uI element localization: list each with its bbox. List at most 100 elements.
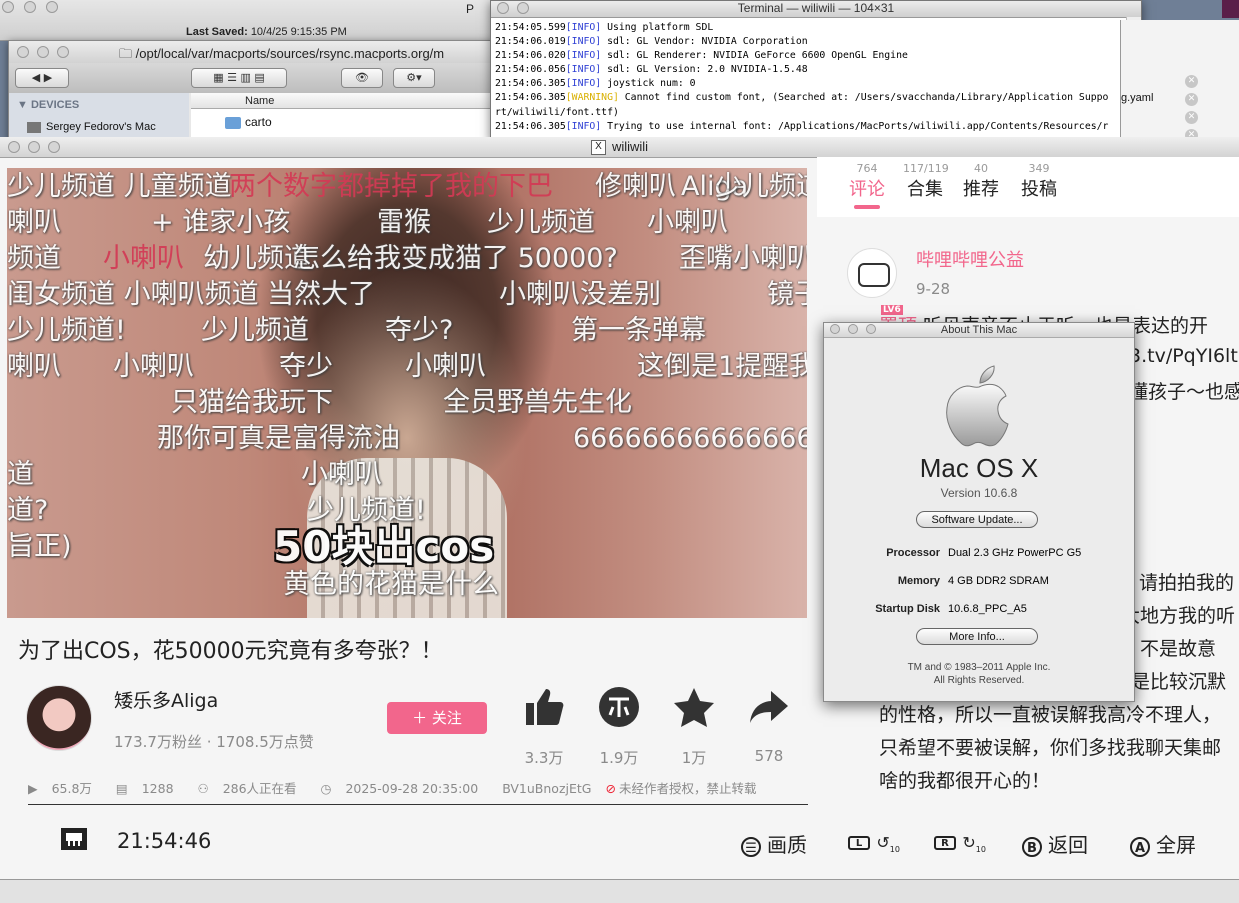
close-icon[interactable]: ✕ <box>1185 93 1198 106</box>
log-tag: [WARNING] <box>565 92 619 104</box>
back-button[interactable]: B 返回 <box>1022 829 1088 858</box>
tab-uploads[interactable]: 349 投稿 <box>1019 157 1059 201</box>
danmaku-comment: + 谁家小孩 <box>151 207 291 238</box>
danmaku-comment: 小喇叭 <box>301 459 382 490</box>
favorite-button[interactable]: 1万 <box>659 685 729 768</box>
r-key-icon: R <box>934 835 956 850</box>
like-button[interactable]: 3.3万 <box>509 685 579 768</box>
l-key-icon: L <box>848 835 870 850</box>
comment-text: 大地方我的听 <box>1121 605 1236 627</box>
yaml-filename[interactable]: g.yaml <box>1121 92 1153 104</box>
terminal-title: Terminal — wiliwili — 104×31 <box>737 1 895 15</box>
eye-icon: 👁 <box>355 71 369 84</box>
fullscreen-button[interactable]: A 全屏 <box>1130 829 1196 858</box>
window-minimize-button[interactable] <box>24 1 36 13</box>
danmaku-comment: 只猫给我玩下 <box>171 387 333 418</box>
window-close-button[interactable] <box>497 2 509 14</box>
danmaku-comment: 镜子 <box>767 279 807 310</box>
danmaku-comment: 小喇叭 <box>103 243 184 274</box>
comment-text: 是比较沉默 <box>1131 671 1227 693</box>
os-name: Mac OS X <box>919 453 1039 483</box>
tab-collection[interactable]: 117/119 合集 <box>903 157 949 201</box>
comment-text[interactable]: 3.tv/PqYI6lt <box>1129 345 1238 367</box>
terminal-line: rt/wiliwili/font.ttf) <box>495 106 1123 120</box>
view-mode-selector[interactable]: ▦ ☰ ▥ ▤ <box>191 68 287 88</box>
terminal-window: Terminal — wiliwili — 104×31 21:54:05.59… <box>490 0 1142 142</box>
log-time: 21:54:06.305 <box>495 120 566 132</box>
like-count: 3.3万 <box>524 749 564 767</box>
danmaku-comment: 道 <box>7 459 34 490</box>
log-tag: [INFO] <box>565 120 602 132</box>
action-menu-button[interactable]: ⚙▾ <box>393 68 435 88</box>
danmaku-comment: 道? <box>7 495 49 526</box>
tab-comments[interactable]: 764 评论 <box>847 157 887 209</box>
window-zoom-button[interactable] <box>866 324 876 334</box>
forward-10-button[interactable]: R ↻10 <box>934 829 986 854</box>
video-player[interactable]: 少儿频道 儿童频道两个数字都掉掉了我的下巴修喇叭Aliga少儿频道喇叭+ 谁家小… <box>7 168 807 618</box>
network-icon <box>61 828 87 850</box>
terminal-line: 21:54:06.305[INFO] joystick num: 0 <box>495 77 1123 91</box>
quality-button[interactable]: ☰ 画质 <box>741 829 807 858</box>
danmaku-comment: 50块出cos <box>273 522 495 571</box>
commenter-avatar[interactable] <box>847 248 897 298</box>
close-icon[interactable]: ✕ <box>1185 111 1198 124</box>
danmaku-comment: 黄色的花猫是什么 <box>283 569 499 600</box>
desktop-background-corner <box>1222 0 1239 18</box>
log-message: sdl: GL Renderer: NVIDIA GeForce 6600 Op… <box>601 50 908 62</box>
window-zoom-button[interactable] <box>46 1 58 13</box>
uploader-stats: 173.7万粉丝 · 1708.5万点赞 <box>114 733 314 751</box>
danmaku-comment: 66666666666666 <box>573 423 807 454</box>
list-item[interactable]: carto <box>225 115 272 129</box>
log-time: 21:54:06.305 <box>495 92 566 104</box>
reprint-notice: 未经作者授权，禁止转载 <box>605 781 756 796</box>
terminal-line: 21:54:06.305[WARNING] Cannot find custom… <box>495 91 1123 105</box>
os-version: Version 10.6.8 <box>940 486 1018 500</box>
sidebar-item-device[interactable]: Sergey Fedorov's Mac <box>27 121 156 133</box>
column-header-name[interactable]: Name <box>191 93 493 109</box>
window-close-button[interactable] <box>2 1 14 13</box>
uploader-name[interactable]: 矮乐多Aliga <box>114 686 218 713</box>
background-scrollbar-strip[interactable] <box>0 879 1239 903</box>
window-minimize-button[interactable] <box>517 2 529 14</box>
devices-header: ▼ DEVICES <box>17 99 80 111</box>
quick-look-button[interactable]: 👁 <box>341 68 383 88</box>
back-forward-button[interactable]: ◀ ▶ <box>15 68 69 88</box>
rewind-10-button[interactable]: L ↺10 <box>848 829 900 854</box>
window-close-button[interactable] <box>17 46 29 58</box>
editor-window-toolbar: Last Saved: 10/4/25 9:15:35 PM P <box>0 0 500 41</box>
rewind-icon: ↺10 <box>876 833 900 855</box>
log-tag: [INFO] <box>565 22 602 33</box>
about-title: About This Mac <box>940 324 1018 336</box>
danmaku-comment: 闺女频道 小喇叭频道 当然大了 <box>7 279 376 310</box>
tab-recommend[interactable]: 40 推荐 <box>961 157 1001 201</box>
follow-button[interactable]: ＋ 关注 <box>387 702 487 734</box>
coin-button[interactable]: 1.9万 <box>584 685 654 768</box>
terminal-line: 21:54:06.305[INFO] Trying to use interna… <box>495 120 1123 134</box>
window-title: Xwiliwili <box>0 139 1239 156</box>
window-minimize-button[interactable] <box>37 46 49 58</box>
video-title: 为了出COS，花50000元究竟有多夸张？！ <box>18 639 443 664</box>
danmaku-comment: 小喇叭没差别 <box>499 279 661 310</box>
danmaku-comment: 频道 <box>7 243 61 274</box>
window-close-button[interactable] <box>830 324 840 334</box>
log-message: sdl: GL Vendor: NVIDIA Corporation <box>601 36 808 48</box>
b-key-icon: B <box>1022 836 1042 857</box>
commenter-name[interactable]: 哔哩哔哩公益 <box>916 246 1024 272</box>
terminal-line: 21:54:05.599[INFO] Using platform SDL <box>495 21 1123 35</box>
more-info-button[interactable]: More Info... <box>916 628 1038 645</box>
comment-text: ，不是故意 <box>1121 638 1217 660</box>
close-icon[interactable]: ✕ <box>1185 75 1198 88</box>
uploader-avatar[interactable] <box>26 685 92 751</box>
danmaku-comment: 夺少? <box>385 315 454 346</box>
share-button[interactable]: 578 <box>734 685 804 765</box>
danmaku-comment: 喇叭 <box>7 351 61 382</box>
danmaku-comment: 那你可真是富得流油 <box>157 423 400 454</box>
window-zoom-button[interactable] <box>57 46 69 58</box>
software-update-button[interactable]: Software Update... <box>916 511 1038 528</box>
window-minimize-button[interactable] <box>848 324 858 334</box>
terminal-output[interactable]: 21:54:05.599[INFO] Using platform SDL 21:… <box>495 21 1123 134</box>
apple-logo-icon <box>946 365 1009 447</box>
a-key-icon: A <box>1130 836 1150 857</box>
log-tag: [INFO] <box>565 36 602 48</box>
comment-text: 只希望不要被误解，你们多找我聊天集邮 <box>879 737 1222 759</box>
